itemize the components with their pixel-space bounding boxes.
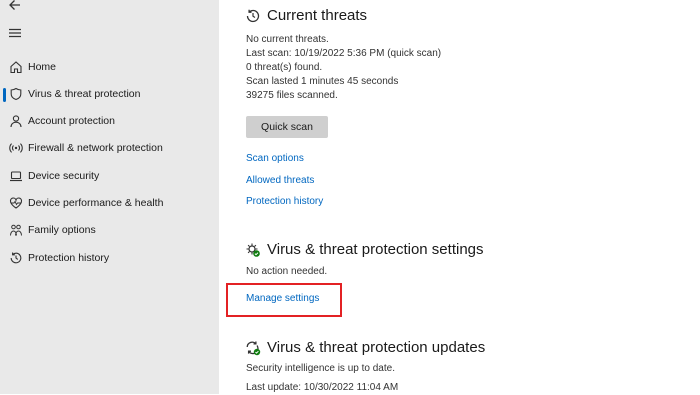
last-scan-text: Last scan: 10/19/2022 5:36 PM (quick sca… — [246, 48, 442, 59]
laptop-icon — [8, 168, 24, 184]
sidebar: Home Virus & threat protection Account p… — [0, 0, 219, 394]
nav-item-protection-history[interactable]: Protection history — [0, 246, 219, 270]
home-icon — [8, 59, 24, 75]
scan-refresh-icon — [245, 8, 261, 24]
threats-found-text: 0 threat(s) found. — [246, 62, 323, 73]
scan-options-link[interactable]: Scan options — [246, 152, 304, 165]
family-icon — [8, 222, 24, 238]
wifi-icon — [8, 140, 24, 156]
updates-section-title: Virus & threat protection updates — [267, 339, 486, 356]
files-scanned-text: 39275 files scanned. — [246, 90, 338, 101]
quick-scan-button[interactable]: Quick scan — [246, 116, 328, 138]
settings-section-title: Virus & threat protection settings — [267, 241, 484, 258]
nav-item-virus-threat-protection[interactable]: Virus & threat protection — [0, 82, 219, 106]
back-arrow-icon[interactable] — [6, 0, 24, 14]
current-threats-title: Current threats — [267, 7, 368, 24]
nav-item-label: Device performance & health — [28, 197, 164, 209]
threat-status-text: No current threats. — [246, 34, 329, 45]
nav-item-label: Protection history — [28, 252, 110, 264]
nav-item-firewall-network-protection[interactable]: Firewall & network protection — [0, 136, 219, 160]
shield-icon — [8, 86, 24, 102]
updates-status-text: Security intelligence is up to date. — [246, 363, 395, 374]
active-indicator — [3, 88, 6, 102]
nav-item-home[interactable]: Home — [0, 55, 219, 79]
protection-history-link[interactable]: Protection history — [246, 195, 323, 208]
settings-status-text: No action needed. — [246, 266, 328, 277]
nav-item-label: Firewall & network protection — [28, 142, 163, 154]
nav-item-label: Virus & threat protection — [28, 88, 141, 100]
nav-item-label: Device security — [28, 170, 100, 182]
manage-settings-link[interactable]: Manage settings — [246, 292, 319, 305]
person-icon — [8, 113, 24, 129]
nav-item-device-security[interactable]: Device security — [0, 164, 219, 188]
update-refresh-icon — [245, 340, 261, 356]
allowed-threats-link[interactable]: Allowed threats — [246, 174, 314, 187]
settings-gear-check-icon — [245, 242, 261, 258]
hamburger-menu-icon[interactable] — [6, 24, 24, 42]
nav-item-device-performance-health[interactable]: Device performance & health — [0, 191, 219, 215]
nav-item-account-protection[interactable]: Account protection — [0, 109, 219, 133]
nav-item-label: Home — [28, 61, 57, 73]
nav-item-label: Family options — [28, 224, 96, 236]
last-update-text: Last update: 10/30/2022 11:04 AM — [246, 382, 399, 393]
scan-duration-text: Scan lasted 1 minutes 45 seconds — [246, 76, 399, 87]
history-icon — [8, 250, 24, 266]
main-content: Current threats No current threats. Last… — [219, 0, 700, 394]
heart-icon — [8, 195, 24, 211]
nav-item-family-options[interactable]: Family options — [0, 218, 219, 242]
nav-item-label: Account protection — [28, 115, 115, 127]
